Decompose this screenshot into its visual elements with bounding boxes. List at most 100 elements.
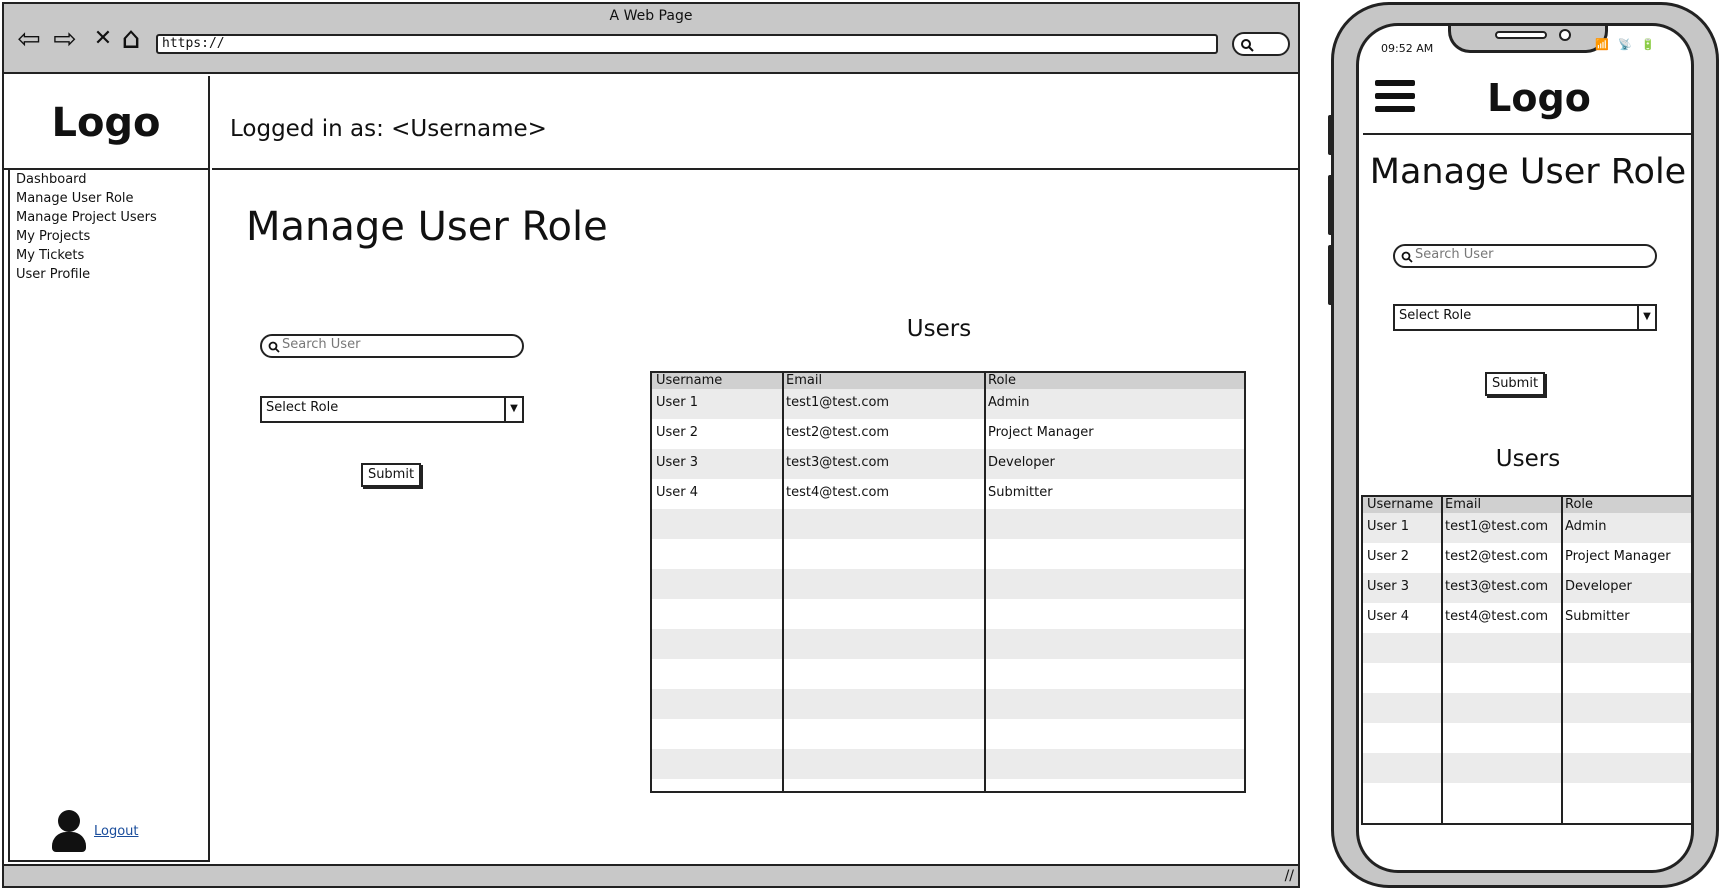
back-icon[interactable]: ⇦ xyxy=(14,24,44,54)
table-row[interactable]: User 1 test1@test.com Admin xyxy=(652,389,1244,419)
sidebar-item-my-tickets[interactable]: My Tickets xyxy=(16,248,84,263)
table-cell: Project Manager xyxy=(1565,549,1671,564)
table-cell: test4@test.com xyxy=(1445,609,1549,624)
app-header: Logged in as: <Username> xyxy=(212,76,1298,170)
table-cell: test2@test.com xyxy=(1445,549,1549,564)
table-row xyxy=(652,629,1244,659)
table-row xyxy=(652,599,1244,629)
table-row xyxy=(1363,663,1691,693)
mobile-submit-button[interactable]: Submit xyxy=(1485,372,1545,396)
column-divider xyxy=(1441,497,1443,823)
table-row xyxy=(652,689,1244,719)
sidebar-item-dashboard[interactable]: Dashboard xyxy=(16,172,87,187)
table-cell: Submitter xyxy=(988,485,1053,500)
table-row xyxy=(652,509,1244,539)
table-row xyxy=(1363,753,1691,783)
table-row xyxy=(652,539,1244,569)
column-divider xyxy=(782,373,784,791)
sidebar-item-manage-project-users[interactable]: Manage Project Users xyxy=(16,210,157,225)
table-row[interactable]: User 4 test4@test.com Submitter xyxy=(652,479,1244,509)
table-cell: User 3 xyxy=(1367,579,1410,594)
table-cell: test1@test.com xyxy=(1445,519,1549,534)
window-title: A Web Page xyxy=(609,8,693,24)
table-header: Username Email Role xyxy=(1363,497,1691,513)
user-avatar-icon xyxy=(52,810,86,852)
table-row xyxy=(1363,783,1691,813)
phone-frame: 09:52 AM 📶 📡 🔋 Logo Manage User Role Sea… xyxy=(1328,2,1719,888)
chevron-down-icon[interactable]: ▼ xyxy=(1637,306,1655,329)
table-cell: Developer xyxy=(1565,579,1632,594)
search-icon xyxy=(1401,251,1413,263)
sidebar-item-user-profile[interactable]: User Profile xyxy=(16,267,90,282)
table-cell: test2@test.com xyxy=(786,425,890,440)
phone-side-button xyxy=(1328,115,1334,155)
submit-button[interactable]: Submit xyxy=(361,463,421,487)
table-row xyxy=(1363,633,1691,663)
column-header[interactable]: Email xyxy=(1445,497,1481,512)
page-title: Manage User Role xyxy=(246,204,608,250)
table-cell: Developer xyxy=(988,455,1055,470)
table-cell: User 2 xyxy=(656,425,699,440)
table-row xyxy=(652,779,1244,791)
table-row[interactable]: User 4 test4@test.com Submitter xyxy=(1363,603,1691,633)
table-cell: User 4 xyxy=(656,485,699,500)
column-header[interactable]: Username xyxy=(1367,497,1433,512)
column-header[interactable]: Role xyxy=(988,373,1016,388)
mobile-users-heading: Users xyxy=(1495,446,1561,472)
table-cell: test4@test.com xyxy=(786,485,890,500)
table-cell: Submitter xyxy=(1565,609,1630,624)
sidebar-item-my-projects[interactable]: My Projects xyxy=(16,229,90,244)
logout-link[interactable]: Logout xyxy=(94,824,139,839)
column-header[interactable]: Username xyxy=(656,373,722,388)
phone-volume-button xyxy=(1328,245,1334,305)
table-cell: User 3 xyxy=(656,455,699,470)
role-select-value: Select Role xyxy=(266,400,339,415)
mobile-users-table: Username Email Role User 1 test1@test.com Adm… xyxy=(1361,495,1691,825)
role-select-value: Select Role xyxy=(1399,308,1472,323)
home-icon[interactable]: ⌂ xyxy=(116,24,146,54)
table-cell: test3@test.com xyxy=(786,455,890,470)
table-cell: Project Manager xyxy=(988,425,1094,440)
table-row[interactable]: User 3 test3@test.com Developer xyxy=(652,449,1244,479)
resize-handle-icon[interactable]: // xyxy=(1285,868,1294,884)
browser-statusbar: // xyxy=(4,864,1298,886)
mobile-page-title: Manage User Role xyxy=(1369,152,1687,192)
search-input[interactable]: Search User xyxy=(260,334,524,358)
table-row[interactable]: User 2 test2@test.com Project Manager xyxy=(652,419,1244,449)
status-icons: 📶 📡 🔋 xyxy=(1595,38,1659,51)
stop-icon[interactable]: ✕ xyxy=(88,24,118,54)
column-header[interactable]: Role xyxy=(1565,497,1593,512)
table-row xyxy=(652,569,1244,599)
url-bar[interactable]: https:// xyxy=(156,34,1218,54)
table-row[interactable]: User 1 test1@test.com Admin xyxy=(1363,513,1691,543)
role-select[interactable]: Select Role ▼ xyxy=(260,396,524,423)
chevron-down-icon[interactable]: ▼ xyxy=(504,398,522,421)
mobile-search-input[interactable]: Search User xyxy=(1393,244,1657,268)
table-cell: User 1 xyxy=(656,395,699,410)
column-divider xyxy=(984,373,986,791)
column-header[interactable]: Email xyxy=(786,373,822,388)
table-row xyxy=(1363,693,1691,723)
users-table: Username Email Role User 1 test1@test.com Adm… xyxy=(650,371,1246,793)
table-cell: Admin xyxy=(1565,519,1607,534)
table-row[interactable]: User 3 test3@test.com Developer xyxy=(1363,573,1691,603)
app-logo[interactable]: Logo xyxy=(4,76,210,170)
table-cell: User 1 xyxy=(1367,519,1410,534)
hamburger-menu-icon[interactable] xyxy=(1375,80,1415,114)
column-divider xyxy=(1561,497,1563,823)
table-cell: test1@test.com xyxy=(786,395,890,410)
table-cell: Admin xyxy=(988,395,1030,410)
browser-search-field[interactable] xyxy=(1232,32,1290,56)
table-header: Username Email Role xyxy=(652,373,1244,389)
table-cell: test3@test.com xyxy=(1445,579,1549,594)
search-placeholder: Search User xyxy=(282,337,361,352)
browser-window: A Web Page ⇦ ⇨ ✕ ⌂ https:// Logo Logged … xyxy=(2,2,1300,888)
table-row[interactable]: User 2 test2@test.com Project Manager xyxy=(1363,543,1691,573)
forward-icon[interactable]: ⇨ xyxy=(50,24,80,54)
table-row xyxy=(652,749,1244,779)
search-placeholder: Search User xyxy=(1415,247,1494,262)
sidebar-item-manage-user-role[interactable]: Manage User Role xyxy=(16,191,134,206)
mobile-role-select[interactable]: Select Role ▼ xyxy=(1393,304,1657,331)
mobile-logo[interactable]: Logo xyxy=(1459,76,1619,120)
phone-screen: 09:52 AM 📶 📡 🔋 Logo Manage User Role Sea… xyxy=(1356,23,1694,873)
